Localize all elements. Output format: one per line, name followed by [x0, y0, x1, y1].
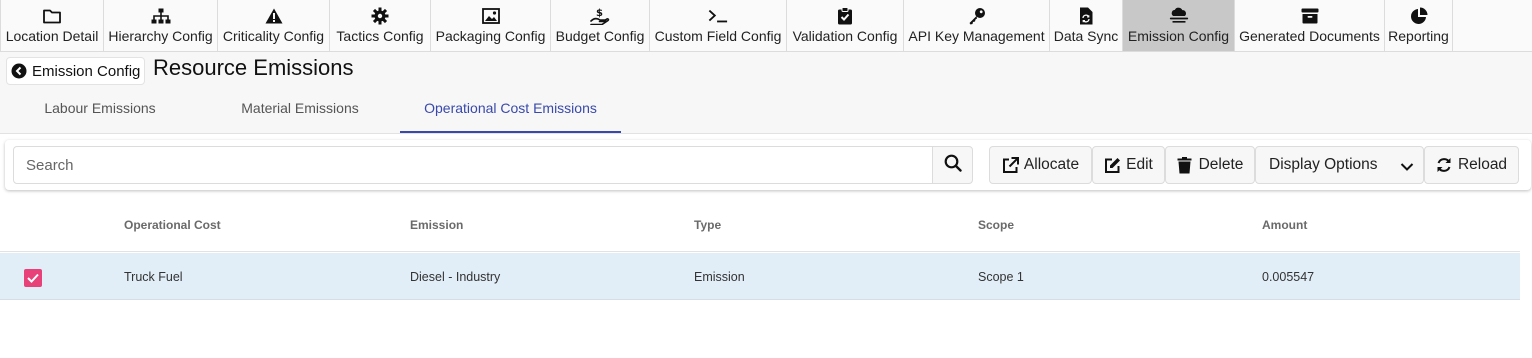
- top-nav: Location Detail Hierarchy Config Critica…: [0, 0, 1532, 52]
- nav-location-detail[interactable]: Location Detail: [0, 0, 104, 51]
- sitemap-icon: [151, 6, 171, 26]
- nav-packaging-config[interactable]: Packaging Config: [431, 0, 551, 51]
- back-button-label: Emission Config: [32, 62, 141, 80]
- nav-emission-config[interactable]: Emission Config: [1123, 0, 1235, 51]
- nav-custom-field-config[interactable]: Custom Field Config: [650, 0, 787, 51]
- hand-dollar-icon: $: [590, 6, 610, 26]
- edit-button[interactable]: Edit: [1092, 146, 1165, 184]
- cell-scope: Scope 1: [978, 270, 1024, 284]
- table-row[interactable]: Truck Fuel Diesel - Industry Emission Sc…: [0, 253, 1520, 300]
- page-title: Resource Emissions: [153, 55, 354, 80]
- folder-icon: [42, 6, 62, 26]
- row-checkbox[interactable]: [24, 269, 42, 287]
- allocate-label: Allocate: [1023, 156, 1080, 173]
- nav-validation-config[interactable]: Validation Config: [787, 0, 904, 51]
- column-header-type[interactable]: Type: [694, 218, 721, 232]
- column-header-operational-cost[interactable]: Operational Cost: [124, 218, 221, 232]
- nav-criticality-config[interactable]: Criticality Config: [218, 0, 330, 51]
- cell-type: Emission: [694, 270, 745, 284]
- cell-operational-cost: Truck Fuel: [124, 270, 183, 284]
- toolbar: Allocate Edit Delete Display Options Rel…: [5, 140, 1531, 190]
- back-button[interactable]: Emission Config: [6, 57, 146, 85]
- reload-button[interactable]: Reload: [1424, 146, 1519, 184]
- nav-data-sync[interactable]: Data Sync: [1050, 0, 1123, 51]
- warning-icon: [264, 6, 284, 26]
- nav-budget-config[interactable]: $ Budget Config: [551, 0, 650, 51]
- cell-emission: Diesel - Industry: [410, 270, 501, 284]
- display-options-dropdown[interactable]: Display Options: [1255, 146, 1424, 184]
- search-button[interactable]: [932, 146, 973, 184]
- column-header-amount[interactable]: Amount: [1262, 218, 1307, 232]
- gear-icon: [370, 6, 390, 26]
- delete-button[interactable]: Delete: [1165, 146, 1255, 184]
- tab-bar: Labour Emissions Material Emissions Oper…: [0, 84, 1532, 134]
- cloud-smog-icon: [1169, 6, 1189, 26]
- refresh-icon: [1436, 157, 1453, 174]
- delete-label: Delete: [1198, 156, 1244, 173]
- search-input[interactable]: [13, 146, 933, 184]
- image-icon: [481, 6, 501, 26]
- tab-material-emissions[interactable]: Material Emissions: [200, 84, 400, 132]
- cell-amount: 0.005547: [1262, 270, 1315, 284]
- clipboard-check-icon: [835, 6, 855, 26]
- edit-icon: [1104, 157, 1121, 174]
- tab-operational-cost-emissions[interactable]: Operational Cost Emissions: [400, 84, 621, 133]
- allocate-button[interactable]: Allocate: [989, 146, 1092, 184]
- file-sync-icon: [1076, 6, 1096, 26]
- external-link-icon: [1002, 156, 1019, 174]
- trash-icon: [1177, 156, 1194, 174]
- terminal-icon: [708, 6, 728, 26]
- nav-tactics-config[interactable]: Tactics Config: [330, 0, 431, 51]
- search-icon: [944, 154, 962, 177]
- table-header: Operational Cost Emission Type Scope Amo…: [0, 200, 1520, 252]
- display-options-label: Display Options: [1269, 156, 1378, 173]
- edit-label: Edit: [1126, 156, 1153, 173]
- nav-generated-documents[interactable]: Generated Documents: [1235, 0, 1385, 51]
- nav-reporting[interactable]: Reporting: [1385, 0, 1453, 51]
- archive-icon: [1300, 6, 1320, 26]
- key-icon: [967, 6, 987, 26]
- pie-chart-icon: [1409, 6, 1429, 26]
- reload-label: Reload: [1457, 156, 1508, 173]
- tab-labour-emissions[interactable]: Labour Emissions: [0, 84, 200, 132]
- column-header-emission[interactable]: Emission: [410, 218, 463, 232]
- chevron-left-circle-icon: [11, 63, 27, 79]
- chevron-down-icon: [1400, 159, 1414, 177]
- svg-text:$: $: [596, 8, 603, 19]
- nav-api-key-management[interactable]: API Key Management: [904, 0, 1050, 51]
- nav-hierarchy-config[interactable]: Hierarchy Config: [104, 0, 218, 51]
- column-header-scope[interactable]: Scope: [978, 218, 1014, 232]
